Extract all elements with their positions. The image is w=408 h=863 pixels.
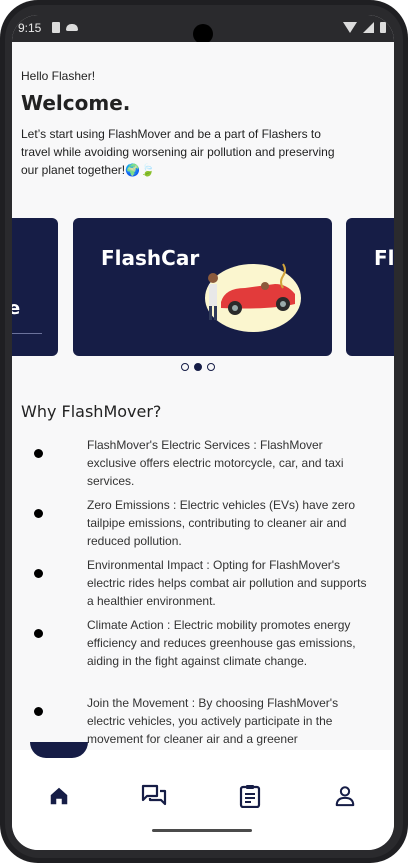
car-illustration: [205, 263, 301, 332]
carousel-card-next[interactable]: Fl: [346, 218, 394, 356]
active-tab-indicator: [30, 742, 88, 758]
cell-signal-icon: [363, 22, 374, 33]
nav-chat[interactable]: [134, 778, 174, 814]
card-title: Fl: [374, 246, 394, 270]
status-system-icons: [343, 22, 386, 33]
bullet: [34, 629, 43, 638]
camera-cutout: [193, 24, 213, 44]
chat-icon: [141, 784, 167, 806]
card-title: FlashCar: [101, 246, 200, 270]
phone-screen: 9:15 Hello Flasher! Welcome. Let’s start…: [12, 15, 394, 850]
nav-home[interactable]: [39, 778, 79, 814]
carousel-card-previous[interactable]: e: [12, 218, 58, 356]
list-item-text: FlashMover's Electric Services : FlashMo…: [87, 438, 344, 488]
battery-icon: [380, 22, 386, 33]
list-item-text: Join the Movement : By choosing FlashMov…: [87, 696, 339, 746]
page-dot[interactable]: [207, 363, 215, 371]
home-content[interactable]: Hello Flasher! Welcome. Let’s start usin…: [12, 42, 394, 750]
gesture-home-bar[interactable]: [152, 829, 252, 832]
section-title: Why FlashMover?: [21, 402, 162, 421]
page-dot-active[interactable]: [194, 363, 202, 371]
bottom-navigation: [12, 742, 394, 850]
bullet: [34, 509, 43, 518]
status-notifications: [52, 22, 78, 33]
intro-text: Let’s start using FlashMover and be a pa…: [21, 127, 335, 177]
clipboard-icon: [239, 785, 261, 808]
wifi-icon: [343, 22, 357, 33]
carousel-card-flashcar[interactable]: FlashCar: [73, 218, 332, 356]
list-item-text: Climate Action : Electric mobility promo…: [87, 618, 356, 668]
service-carousel[interactable]: e FlashCar Fl: [12, 218, 394, 356]
greeting-text: Hello Flasher!: [21, 69, 96, 83]
page-title: Welcome.: [21, 91, 131, 115]
bullet: [34, 707, 43, 716]
status-bar: 9:15: [12, 15, 394, 44]
bullet: [34, 449, 43, 458]
card-underline: [12, 333, 42, 334]
carousel-pagination: [181, 363, 215, 371]
status-time: 9:15: [18, 21, 42, 35]
profile-icon: [335, 786, 355, 807]
list-item-text: Zero Emissions : Electric vehicles (EVs)…: [87, 498, 356, 548]
home-icon: [50, 787, 68, 805]
nav-profile[interactable]: [325, 778, 365, 814]
list-item-text: Environmental Impact : Opting for FlashM…: [87, 558, 367, 608]
device-frame: 9:15 Hello Flasher! Welcome. Let’s start…: [0, 0, 408, 863]
page-dot[interactable]: [181, 363, 189, 371]
sim-card-icon: [52, 22, 60, 33]
cloud-icon: [66, 24, 78, 31]
nav-orders[interactable]: [230, 778, 270, 814]
card-title: e: [12, 298, 21, 319]
bullet: [34, 569, 43, 578]
